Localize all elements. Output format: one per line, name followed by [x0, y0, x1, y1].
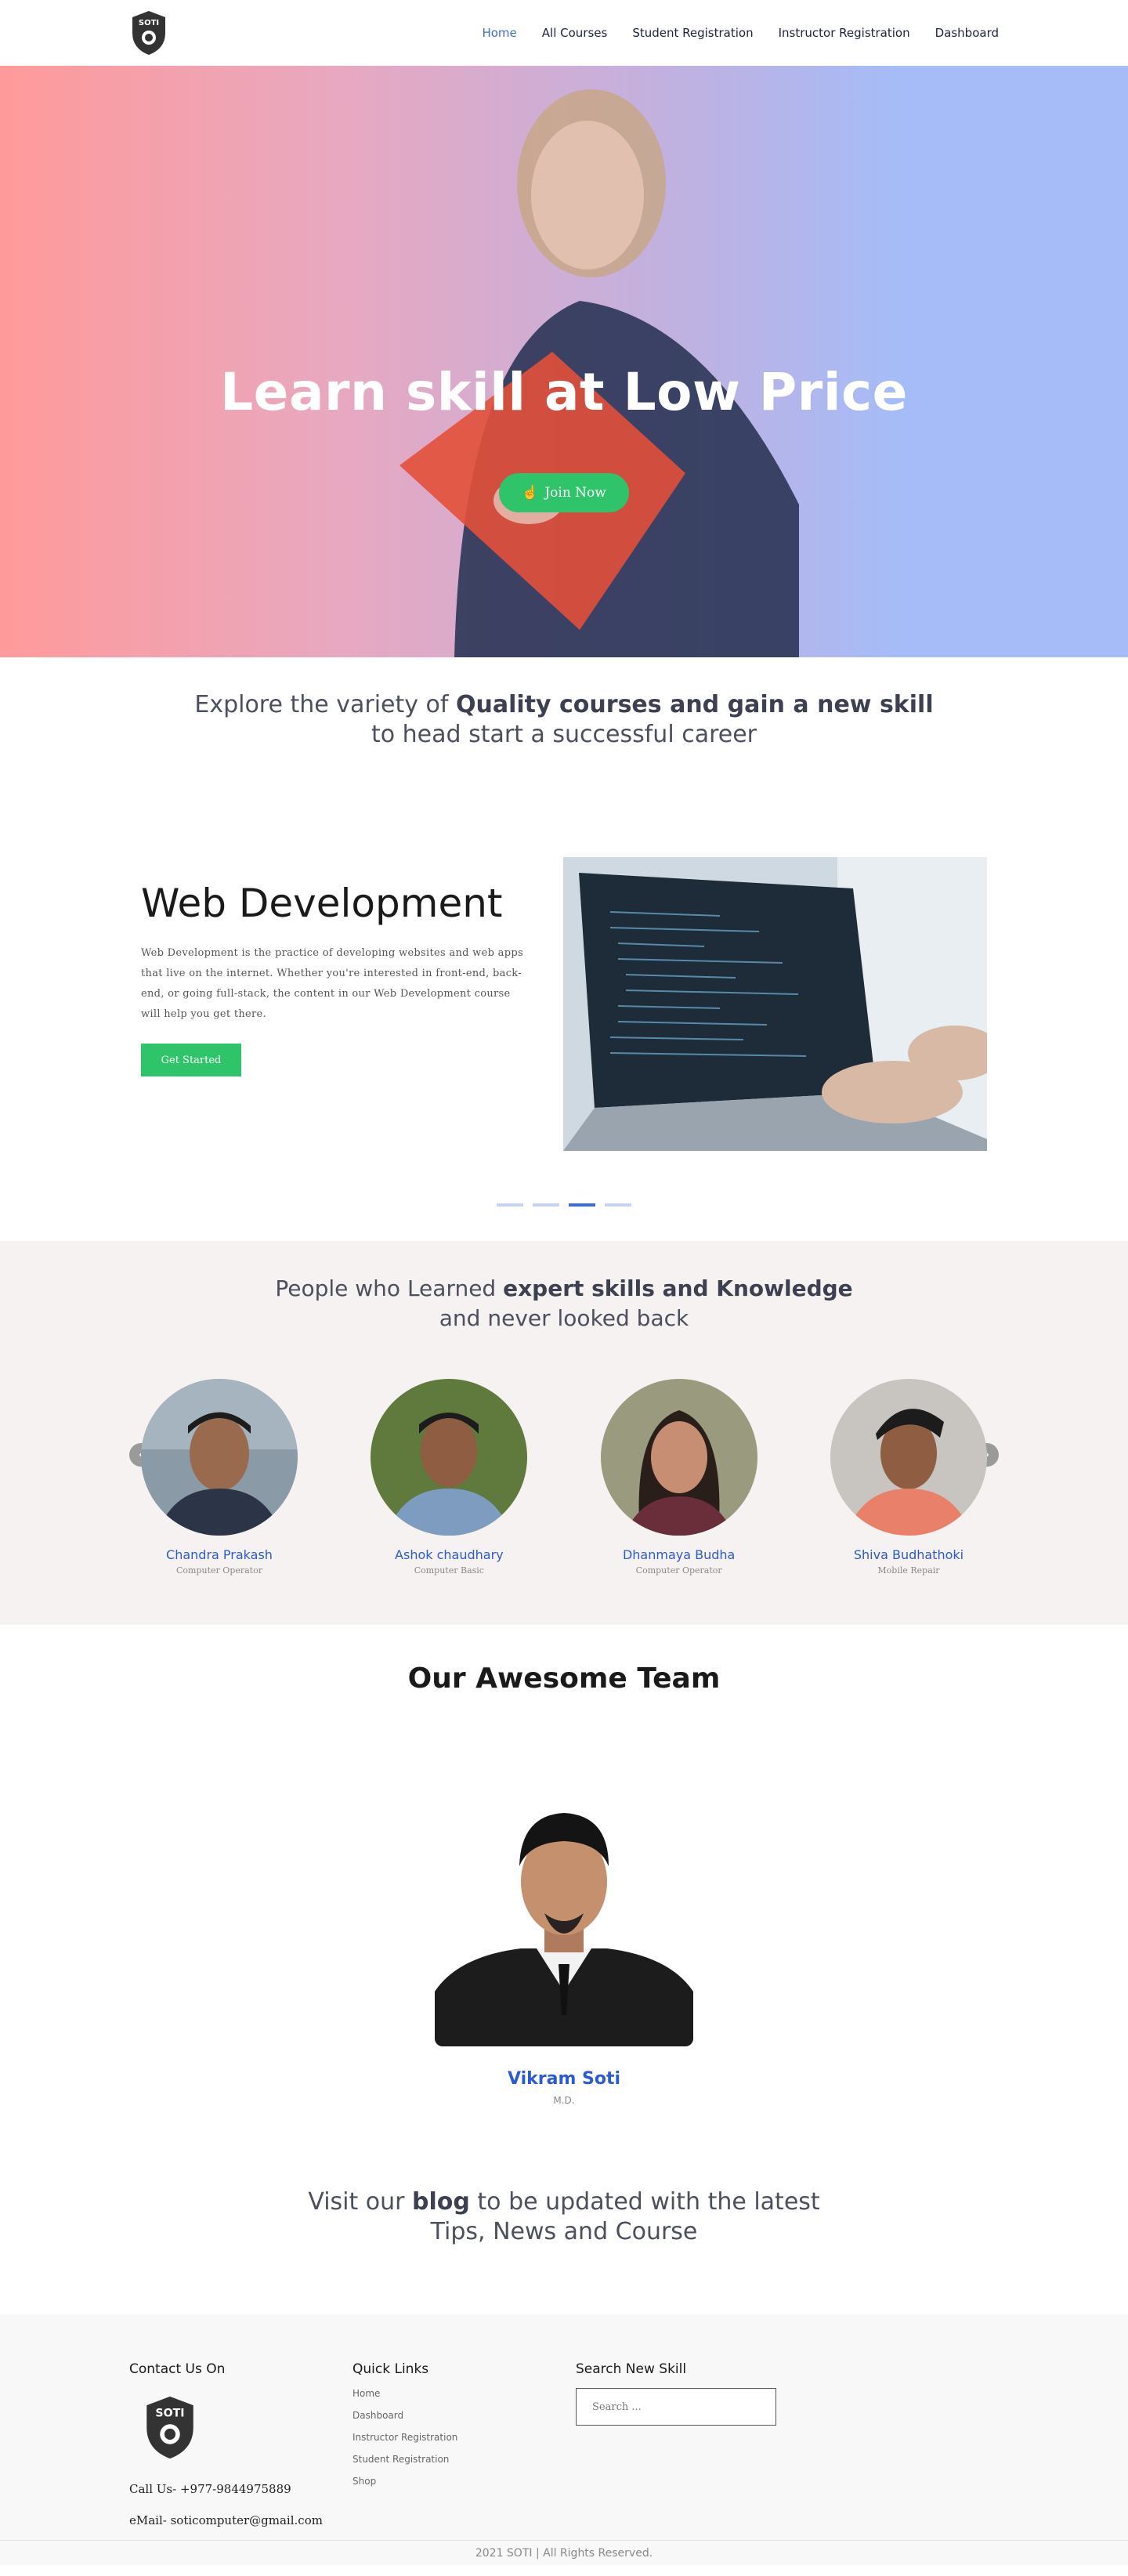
main-menu: Home All Courses Student Registration In… — [482, 26, 999, 40]
team-member-role: M.D. — [553, 2095, 575, 2106]
testimonial-name: Ashok chaudhary — [395, 1547, 504, 1562]
join-now-button[interactable]: ☝ Join Now — [499, 473, 629, 512]
nav-student-registration[interactable]: Student Registration — [632, 26, 753, 40]
top-navbar: SOTI Home All Courses Student Registrati… — [0, 0, 1128, 66]
avatar — [600, 1379, 757, 1536]
team-section: Our Awesome Team Vikram Soti M.D. — [0, 1625, 1128, 2187]
team-member-name: Vikram Soti — [507, 2069, 621, 2089]
blog-line-1: Visit our blog to be updated with the la… — [0, 2187, 1128, 2217]
nav-all-courses[interactable]: All Courses — [542, 26, 608, 40]
slider-dot-4[interactable] — [605, 1203, 631, 1207]
footer-contact: Contact Us On SOTI Call Us- +977-9844975… — [129, 2361, 323, 2527]
slider-pagination — [0, 1203, 1128, 1207]
slide-description: Web Development is the practice of devel… — [141, 947, 523, 1020]
quick-links-list: Home Dashboard Instructor Registration S… — [352, 2388, 457, 2487]
course-slider: Web Development Web Development is the p… — [0, 791, 1128, 1207]
explore-line-2: to head start a successful career — [371, 721, 757, 748]
contact-title: Contact Us On — [129, 2361, 226, 2377]
testimonial-name: Dhanmaya Budha — [622, 1547, 736, 1562]
testimonial-name: Shiva Budhathoki — [853, 1547, 964, 1562]
testimonial-name: Chandra Prakash — [166, 1547, 273, 1562]
explore-section: Explore the variety of Quality courses a… — [0, 657, 1128, 791]
search-input[interactable] — [576, 2388, 776, 2426]
testimonials-line-2: and never looked back — [439, 1305, 689, 1331]
explore-bold: Quality courses and gain a new skill — [456, 691, 934, 718]
copyright: 2021 SOTI | All Rights Reserved. — [0, 2540, 1128, 2565]
blog-prefix: Visit our — [308, 2188, 413, 2216]
testimonial-card[interactable]: Dhanmaya Budha Computer Operator — [600, 1379, 757, 1576]
footer-quick-links: Quick Links Home Dashboard Instructor Re… — [352, 2361, 457, 2498]
blog-suffix: to be updated with the latest — [469, 2188, 820, 2216]
footer-search: Search New Skill — [576, 2361, 776, 2426]
footer-link-shop[interactable]: Shop — [352, 2476, 457, 2487]
contact-email: eMail- soticomputer@gmail.com — [129, 2513, 323, 2527]
blog-link[interactable]: blog — [412, 2188, 470, 2216]
hand-pointer-icon: ☝ — [522, 485, 539, 501]
testimonials-prefix: People who Learned — [275, 1275, 504, 1301]
footer-link-dashboard[interactable]: Dashboard — [352, 2410, 457, 2421]
nav-instructor-registration[interactable]: Instructor Registration — [779, 26, 910, 40]
soti-logo[interactable]: SOTI — [129, 9, 168, 56]
testimonials-section: People who Learned expert skills and Kno… — [0, 1241, 1128, 1625]
testimonials-line-1: People who Learned expert skills and Kno… — [0, 1274, 1128, 1304]
search-title: Search New Skill — [576, 2361, 687, 2377]
blog-cta-section: Visit our blog to be updated with the la… — [0, 2187, 1128, 2314]
avatar — [141, 1379, 298, 1536]
team-member-photo — [435, 1788, 693, 2046]
testimonials-bold: expert skills and Knowledge — [503, 1275, 853, 1301]
get-started-button[interactable]: Get Started — [141, 1044, 241, 1076]
avatar — [371, 1379, 528, 1536]
explore-prefix: Explore the variety of — [194, 691, 457, 718]
slide-content: Web Development Web Development is the p… — [141, 881, 533, 1076]
testimonial-role: Computer Operator — [176, 1565, 262, 1576]
slider-dot-2[interactable] — [533, 1203, 559, 1207]
testimonial-card[interactable]: Ashok chaudhary Computer Basic — [371, 1379, 528, 1576]
quick-links-title: Quick Links — [352, 2361, 429, 2377]
hero-banner: Learn skill at Low Price ☝ Join Now — [0, 66, 1128, 657]
testimonial-carousel: Chandra Prakash Computer Operator Ashok … — [141, 1379, 987, 1576]
contact-phone: Call Us- +977-9844975889 — [129, 2482, 291, 2496]
soti-logo[interactable]: SOTI — [139, 2394, 201, 2461]
laptop-coding-image — [563, 857, 987, 1151]
team-title: Our Awesome Team — [407, 1662, 721, 1695]
svg-text:SOTI: SOTI — [139, 19, 159, 27]
nav-dashboard[interactable]: Dashboard — [935, 26, 999, 40]
testimonial-role: Computer Basic — [414, 1565, 484, 1576]
slider-dot-3[interactable] — [569, 1203, 595, 1207]
svg-text:SOTI: SOTI — [155, 2407, 184, 2419]
testimonial-role: Computer Operator — [635, 1565, 722, 1576]
blog-line-2: Tips, News and Course — [430, 2218, 698, 2245]
slide-title: Web Development — [141, 881, 503, 926]
testimonials-heading: People who Learned expert skills and Kno… — [0, 1241, 1128, 1333]
nav-home[interactable]: Home — [482, 26, 516, 40]
testimonial-card[interactable]: Chandra Prakash Computer Operator — [141, 1379, 298, 1576]
explore-line-1: Explore the variety of Quality courses a… — [0, 690, 1128, 720]
hero-title: Learn skill at Low Price — [220, 362, 908, 422]
avatar — [830, 1379, 987, 1536]
testimonial-role: Mobile Repair — [877, 1565, 940, 1576]
slider-dot-1[interactable] — [497, 1203, 523, 1207]
testimonial-card[interactable]: Shiva Budhathoki Mobile Repair — [830, 1379, 987, 1576]
footer-link-home[interactable]: Home — [352, 2388, 457, 2399]
join-now-label: Join Now — [544, 485, 606, 501]
footer-link-student-registration[interactable]: Student Registration — [352, 2454, 457, 2465]
site-footer: Contact Us On SOTI Call Us- +977-9844975… — [0, 2314, 1128, 2565]
footer-link-instructor-registration[interactable]: Instructor Registration — [352, 2432, 457, 2443]
